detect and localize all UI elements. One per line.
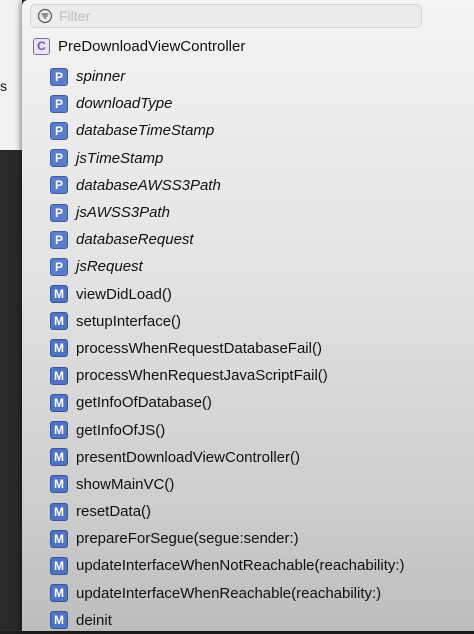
method-label: updateInterfaceWhenReachable(reachabilit… xyxy=(76,584,382,602)
property-label: jsTimeStamp xyxy=(76,149,164,167)
property-icon: P xyxy=(50,257,68,276)
method-icon: M xyxy=(50,584,68,603)
method-icon: M xyxy=(50,529,68,548)
method-icon: M xyxy=(50,339,68,358)
property-icon: P xyxy=(50,203,68,222)
background-window-edge: s xyxy=(0,0,22,631)
method-label: deinit xyxy=(76,611,112,629)
method-item[interactable]: MgetInfoOfJS() xyxy=(50,416,405,443)
property-label: databaseRequest xyxy=(76,231,194,249)
method-label: processWhenRequestDatabaseFail() xyxy=(76,339,322,357)
property-icon: P xyxy=(50,121,68,140)
method-icon: M xyxy=(50,285,68,304)
property-label: spinner xyxy=(76,68,126,86)
method-label: viewDidLoad() xyxy=(76,285,172,303)
method-item[interactable]: MresetData() xyxy=(50,498,405,525)
property-item[interactable]: PdownloadType xyxy=(50,90,405,117)
property-icon: P xyxy=(50,230,68,249)
method-label: setupInterface() xyxy=(76,312,182,330)
method-icon: M xyxy=(50,366,68,385)
method-item[interactable]: MshowMainVC() xyxy=(50,471,405,498)
method-item[interactable]: MviewDidLoad() xyxy=(50,281,405,308)
method-label: getInfoOfJS() xyxy=(76,421,166,439)
background-window-panel xyxy=(0,0,22,150)
method-icon: M xyxy=(50,611,68,630)
class-item[interactable]: C PreDownloadViewController xyxy=(33,36,245,56)
method-icon: M xyxy=(50,448,68,467)
method-label: prepareForSegue(segue:sender:) xyxy=(76,530,299,548)
method-label: resetData() xyxy=(76,503,152,521)
method-icon: M xyxy=(50,421,68,440)
property-item[interactable]: PdatabaseTimeStamp xyxy=(50,117,405,144)
class-icon: C xyxy=(33,37,50,55)
method-item[interactable]: MupdateInterfaceWhenReachable(reachabili… xyxy=(50,580,405,607)
filter-icon xyxy=(37,8,53,24)
property-icon: P xyxy=(50,149,68,168)
method-icon: M xyxy=(50,475,68,494)
method-item[interactable]: MsetupInterface() xyxy=(50,308,405,335)
property-label: jsRequest xyxy=(76,258,143,276)
property-label: downloadType xyxy=(76,95,173,113)
property-icon: P xyxy=(50,94,68,113)
background-text-fragment: s xyxy=(0,78,7,94)
class-name-label: PreDownloadViewController xyxy=(58,37,246,55)
method-item[interactable]: MprocessWhenRequestJavaScriptFail() xyxy=(50,362,405,389)
property-item[interactable]: PjsRequest xyxy=(50,253,405,280)
method-label: updateInterfaceWhenNotReachable(reachabi… xyxy=(76,557,405,575)
property-label: databaseAWSS3Path xyxy=(76,176,221,194)
method-icon: M xyxy=(50,312,68,331)
method-item[interactable]: MupdateInterfaceWhenNotReachable(reachab… xyxy=(50,552,405,579)
property-item[interactable]: PdatabaseRequest xyxy=(50,226,405,253)
property-icon: P xyxy=(50,67,68,86)
property-label: jsAWSS3Path xyxy=(76,204,170,222)
filter-bar[interactable] xyxy=(30,4,422,28)
method-icon: M xyxy=(50,556,68,575)
property-item[interactable]: PjsAWSS3Path xyxy=(50,199,405,226)
filter-input[interactable] xyxy=(59,8,399,24)
property-label: databaseTimeStamp xyxy=(76,122,215,140)
property-item[interactable]: Pspinner xyxy=(50,63,405,90)
symbol-navigator-popup: C PreDownloadViewController PspinnerPdow… xyxy=(22,0,474,631)
method-item[interactable]: MgetInfoOfDatabase() xyxy=(50,389,405,416)
method-label: showMainVC() xyxy=(76,475,175,493)
method-item[interactable]: Mdeinit xyxy=(50,607,405,634)
method-item[interactable]: MpresentDownloadViewController() xyxy=(50,444,405,471)
method-item[interactable]: MprocessWhenRequestDatabaseFail() xyxy=(50,335,405,362)
method-item[interactable]: MprepareForSegue(segue:sender:) xyxy=(50,525,405,552)
member-list: Pspinner PdownloadType PdatabaseTimeStamp P… xyxy=(50,63,405,634)
method-label: getInfoOfDatabase() xyxy=(76,394,212,412)
property-item[interactable]: PdatabaseAWSS3Path xyxy=(50,172,405,199)
method-icon: M xyxy=(50,393,68,412)
method-label: presentDownloadViewController() xyxy=(76,448,300,466)
method-label: processWhenRequestJavaScriptFail() xyxy=(76,367,328,385)
method-icon: M xyxy=(50,502,68,521)
property-item[interactable]: PjsTimeStamp xyxy=(50,145,405,172)
property-icon: P xyxy=(50,176,68,195)
